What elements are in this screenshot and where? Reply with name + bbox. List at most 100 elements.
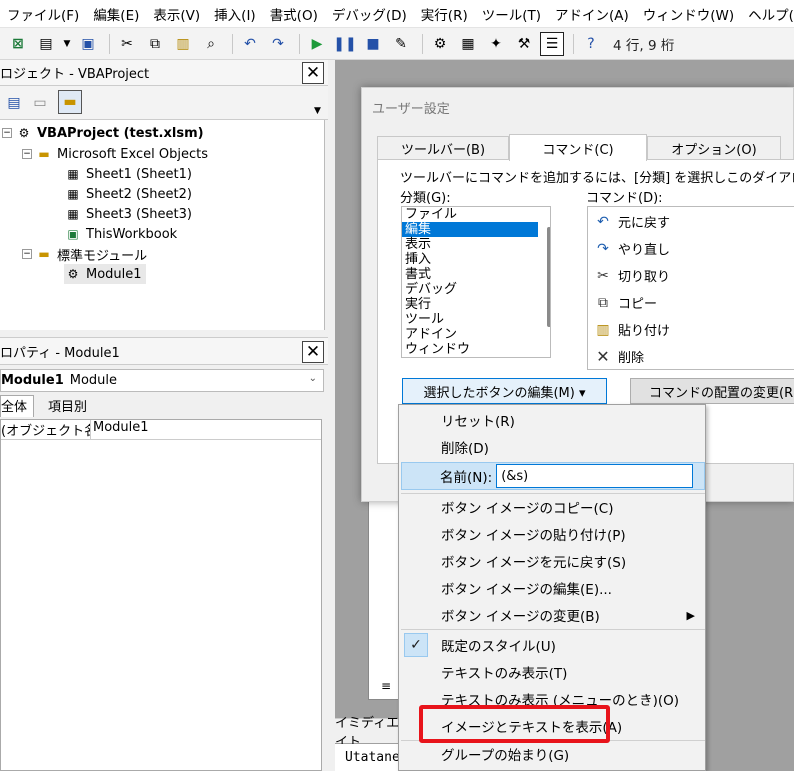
stop-icon[interactable]: ■ — [361, 32, 385, 56]
tree-root[interactable]: − ⚙ VBAProject (test.xlsm) — [2, 123, 204, 143]
command-item-undo[interactable]: ↶ 元に戻す — [588, 208, 670, 235]
tab-commands[interactable]: コマンド(C) — [509, 134, 647, 161]
object-name: Module1 — [1, 373, 64, 388]
cut-icon: ✂ — [597, 267, 609, 284]
rearrange-commands-button[interactable]: コマンドの配置の変更(R) — [630, 378, 794, 404]
project-explorer-icon[interactable]: ⚙ — [428, 32, 452, 56]
category-item[interactable]: 挿入 — [402, 252, 550, 267]
menu-item-paste-image[interactable]: ボタン イメージの貼り付け(P) — [401, 521, 705, 547]
menu-addins[interactable]: アドイン(A) — [548, 4, 636, 24]
menu-help[interactable]: ヘルプ(H — [741, 4, 794, 24]
menu-window[interactable]: ウィンドウ(W) — [636, 4, 741, 24]
menu-item-default-style[interactable]: 既定のスタイル(U) — [401, 632, 705, 658]
modify-selection-button[interactable]: 選択したボタンの編集(M) ▾ — [402, 378, 607, 404]
menu-view[interactable]: 表示(V) — [146, 4, 207, 24]
category-item[interactable]: 実行 — [402, 297, 550, 312]
command-item-label: コピー — [618, 297, 658, 312]
pause-icon[interactable]: ❚❚ — [333, 32, 357, 56]
menu-item-copy-image[interactable]: ボタン イメージのコピー(C) — [401, 494, 705, 520]
redo-icon[interactable]: ↷ — [266, 32, 290, 56]
toggle-folders-icon[interactable]: ▬ — [58, 90, 82, 114]
dragged-button-icon[interactable]: ☰ — [540, 31, 564, 56]
command-item-delete[interactable]: ✕ 削除 — [588, 343, 644, 370]
procedure-view-icon[interactable]: ≡ — [381, 679, 391, 693]
tree-item-thisworkbook[interactable]: ▣ ThisWorkbook — [64, 224, 177, 244]
tab-options[interactable]: オプション(O) — [647, 136, 781, 160]
menu-item-delete[interactable]: 削除(D) — [401, 434, 705, 460]
menu-debug[interactable]: デバッグ(D) — [325, 4, 414, 24]
menu-run[interactable]: 実行(R) — [414, 4, 475, 24]
find-icon[interactable]: ⌕ — [199, 32, 223, 56]
view-code-icon[interactable]: ▤ — [2, 91, 26, 115]
category-item-selected[interactable]: 編集 — [402, 222, 538, 237]
menu-item-name[interactable]: 名前(N): — [401, 462, 705, 490]
close-icon[interactable]: ✕ — [302, 62, 324, 84]
property-value[interactable]: Module1 — [91, 420, 149, 439]
category-item[interactable]: アドイン — [402, 327, 550, 342]
collapse-icon[interactable]: − — [2, 128, 12, 138]
scroll-down-icon[interactable]: ▼ — [314, 106, 321, 116]
help-icon[interactable]: ? — [579, 32, 603, 56]
excel-icon[interactable]: ⊠ — [6, 32, 30, 56]
menu-item-text-only[interactable]: テキストのみ表示(T) — [401, 659, 705, 685]
menu-item-change-image[interactable]: ボタン イメージの変更(B) ▶ — [401, 602, 705, 628]
object-browser-icon[interactable]: ✦ — [484, 32, 508, 56]
category-item[interactable]: 書式 — [402, 267, 550, 282]
cursor-position: 4 行, 9 桁 — [613, 37, 675, 54]
category-item[interactable]: 表示 — [402, 237, 550, 252]
menu-item-change-image-label: ボタン イメージの変更(B) — [441, 609, 600, 625]
command-list[interactable]: ↶ 元に戻す ↷ やり直し ✂ 切り取り ⧉ コピー ▥ 貼り付け ✕ 削除 — [587, 206, 794, 370]
tree-item-sheet2[interactable]: ▦ Sheet2 (Sheet2) — [64, 184, 192, 204]
menu-item-reset[interactable]: リセット(R) — [401, 407, 705, 433]
tab-toolbars[interactable]: ツールバー(B) — [377, 136, 509, 160]
dropdown-arrow-icon[interactable]: ▼ — [62, 32, 72, 56]
menu-file[interactable]: ファイル(F) — [0, 4, 86, 24]
menu-item-restore-image[interactable]: ボタン イメージを元に戻す(S) — [401, 548, 705, 574]
properties-window-icon[interactable]: ▦ — [456, 32, 480, 56]
command-item-cut[interactable]: ✂ 切り取り — [588, 262, 670, 289]
collapse-icon[interactable]: − — [22, 249, 32, 259]
menu-item-edit-image[interactable]: ボタン イメージの編集(E)... — [401, 575, 705, 601]
menu-item-begin-group[interactable]: グループの始まり(G) — [401, 741, 705, 767]
tree-item-module1[interactable]: ⚙ Module1 — [64, 264, 146, 284]
command-item-copy[interactable]: ⧉ コピー — [588, 289, 657, 316]
command-item-paste[interactable]: ▥ 貼り付け — [588, 316, 670, 343]
category-item[interactable]: ツール — [402, 312, 550, 327]
paste-icon[interactable]: ▥ — [171, 32, 195, 56]
menu-insert[interactable]: 挿入(I) — [207, 4, 263, 24]
menu-edit[interactable]: 編集(E) — [86, 4, 146, 24]
object-selector[interactable]: Module1 Module ⌄ — [0, 369, 324, 392]
toolbar-separator — [299, 33, 300, 54]
paste-icon: ▥ — [596, 321, 610, 338]
properties-tabs: 全体 項目別 — [0, 395, 324, 417]
toolbox-icon[interactable]: ⚒ — [512, 32, 536, 56]
collapse-icon[interactable]: − — [22, 149, 32, 159]
tab-categorized[interactable]: 項目別 — [34, 396, 93, 417]
command-item-redo[interactable]: ↷ やり直し — [588, 235, 670, 262]
property-row[interactable]: (オブジェクト名) Module1 — [1, 420, 321, 440]
run-icon[interactable]: ▶ — [305, 32, 329, 56]
menu-format[interactable]: 書式(O) — [263, 4, 325, 24]
category-item[interactable]: ファイル — [402, 207, 550, 222]
design-mode-icon[interactable]: ✎ — [389, 32, 413, 56]
tree-item-sheet1[interactable]: ▦ Sheet1 (Sheet1) — [64, 164, 192, 184]
undo-icon[interactable]: ↶ — [238, 32, 262, 56]
view-object-icon[interactable]: ▭ — [28, 91, 52, 115]
immediate-window[interactable]: Utatane — [335, 744, 405, 771]
tree-folder-modules[interactable]: − ▬ 標準モジュール — [22, 244, 147, 264]
scrollbar-thumb[interactable] — [547, 227, 550, 327]
tab-alphabetic[interactable]: 全体 — [0, 395, 35, 417]
tree-item-sheet3[interactable]: ▦ Sheet3 (Sheet3) — [64, 204, 192, 224]
menu-tools[interactable]: ツール(T) — [475, 4, 548, 24]
category-item[interactable]: デバッグ — [402, 282, 550, 297]
category-item[interactable]: ウィンドウ — [402, 342, 550, 357]
tree-folder-excel-objects[interactable]: − ▬ Microsoft Excel Objects — [22, 144, 208, 164]
close-icon[interactable]: ✕ — [302, 341, 324, 363]
name-input[interactable] — [496, 464, 694, 488]
chevron-down-icon[interactable]: ⌄ — [309, 373, 317, 384]
cut-icon[interactable]: ✂ — [115, 32, 139, 56]
insert-userform-icon[interactable]: ▤ — [34, 32, 58, 56]
category-list[interactable]: ファイル 編集 表示 挿入 書式 デバッグ 実行 ツール アドイン ウィンドウ — [401, 206, 551, 358]
save-icon[interactable]: ▣ — [76, 32, 100, 56]
copy-icon[interactable]: ⧉ — [143, 32, 167, 56]
